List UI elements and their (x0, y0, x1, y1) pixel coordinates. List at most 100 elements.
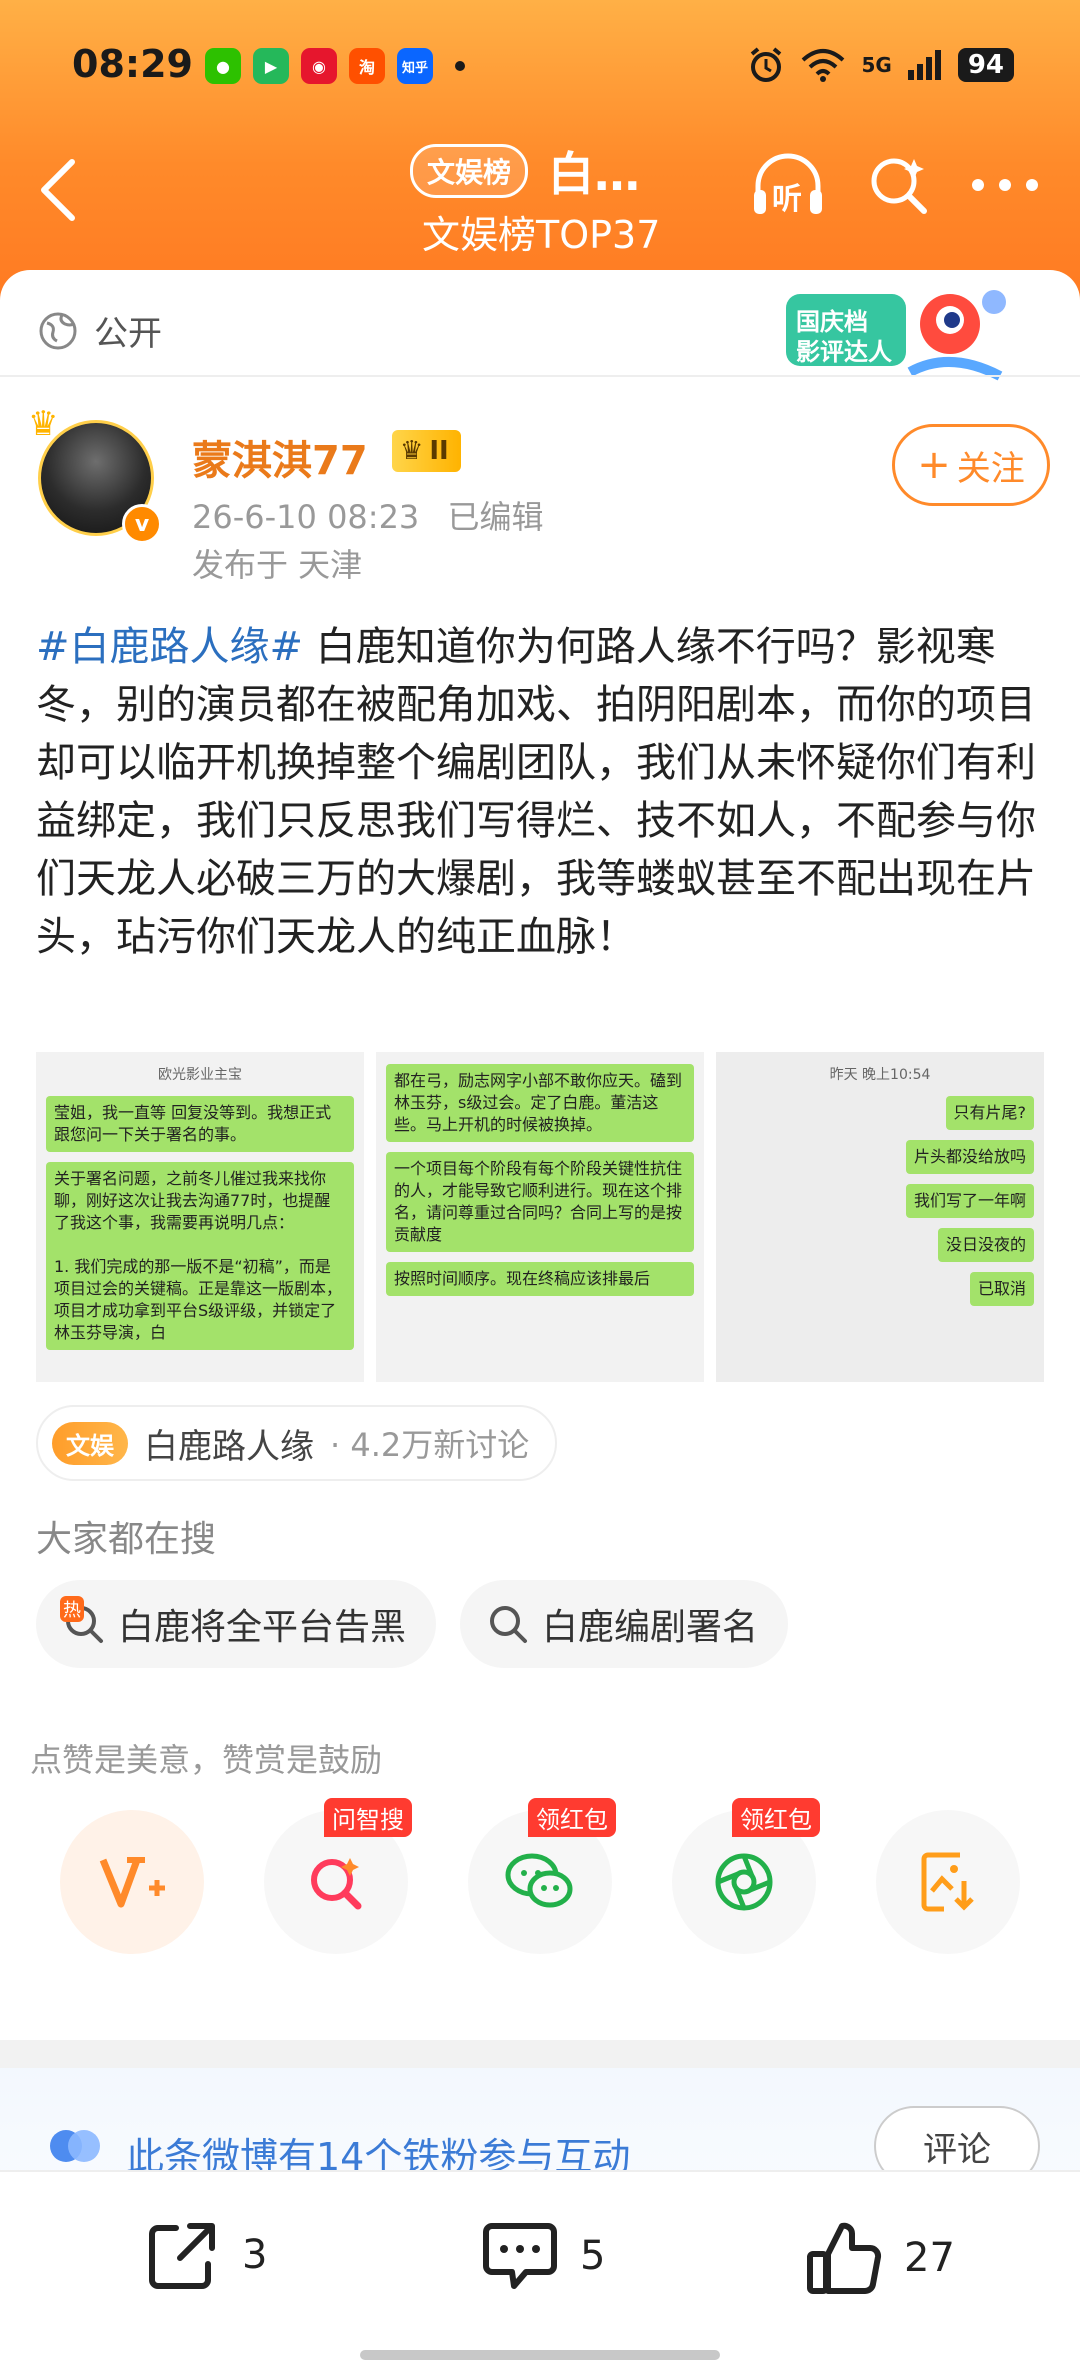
search-chip-label: 白鹿将全平台告黑 (118, 1607, 407, 1648)
nav-title-area[interactable]: 文娱榜 白… (410, 138, 640, 204)
wechat-share-button[interactable]: 领红包 (468, 1798, 616, 1954)
promo-line2: 影评达人 (796, 338, 892, 366)
search-chip[interactable]: 白鹿编剧署名 (460, 1580, 789, 1668)
trending-search-list: 热 白鹿将全平台告黑 白鹿编剧署名 (36, 1580, 789, 1668)
like-count: 27 (904, 2235, 955, 2281)
chat-bubble: 没日没夜的 (937, 1228, 1034, 1262)
chat-bubble: 片头都没给放吗 (905, 1140, 1034, 1174)
fans-icon (50, 2130, 100, 2162)
search-chip[interactable]: 热 白鹿将全平台告黑 (36, 1580, 437, 1668)
battery-level: 94 (957, 48, 1014, 82)
post-image-3[interactable]: 昨天 晚上10:54 只有片尾? 片头都没给放吗 我们写了一年啊 没日没夜的 已… (716, 1052, 1044, 1382)
nav-actions: 听 (750, 150, 1040, 220)
moments-share-button[interactable]: 领红包 (672, 1798, 820, 1954)
search-chip-label: 白鹿编剧署名 (542, 1607, 759, 1648)
comments-button[interactable]: 5 (482, 2220, 605, 2292)
post-meta: 26-6-10 08:23 已编辑 (192, 492, 543, 538)
nav-title: 白… (548, 147, 641, 201)
ai-search-icon[interactable] (866, 153, 930, 217)
image-grid: 欧光影业主宝 莹姐，我一直等 回复没等到。我想正式跟您问一下关于署名的事。 关于… (36, 1052, 1044, 1382)
bottom-action-bar: 3 5 27 (0, 2170, 1080, 2378)
reward-hint: 点赞是美意，赞赏是鼓励 (30, 1741, 383, 1779)
like-button[interactable]: 27 (806, 2220, 955, 2296)
plus-icon: + (917, 442, 951, 488)
chat-bubble: 我们写了一年啊 (905, 1184, 1034, 1218)
alarm-icon (751, 47, 782, 82)
navigation-bar: 文娱榜 白… 文娱榜TOP37 听 (0, 120, 1080, 270)
nav-subtitle[interactable]: 文娱榜TOP37 (422, 204, 660, 259)
reward-button[interactable] (60, 1810, 204, 1954)
topic-chip[interactable]: 文娱 白鹿路人缘 · 4.2万新讨论 (36, 1405, 558, 1481)
hot-search-icon: 热 (60, 1596, 104, 1644)
comment-count: 5 (580, 2233, 606, 2279)
repost-button[interactable]: 3 (146, 2220, 267, 2290)
visibility-indicator: 公开 (38, 306, 162, 355)
ai-search-icon (311, 1858, 362, 1910)
more-notifications-dot (455, 61, 465, 71)
post-image-1[interactable]: 欧光影业主宝 莹姐，我一直等 回复没等到。我想正式跟您问一下关于署名的事。 关于… (36, 1052, 364, 1382)
action-tag: 领红包 (732, 1798, 820, 1837)
verified-badge: v (122, 504, 162, 544)
chat-bubble: 关于署名问题，之前冬儿催过我来找你聊，刚好这次让我去沟通77时，也提醒了我这个事… (46, 1162, 354, 1350)
reward-v-icon (99, 1857, 165, 1908)
divider (0, 375, 1080, 377)
author-header: ♛ v 蒙淇淇77 ♛ II 26-6-10 08:23 已编辑 发布于 天津 … (28, 400, 1050, 600)
edited-label: 已编辑 (447, 498, 544, 536)
action-tag: 问智搜 (324, 1798, 412, 1837)
header-bar: 08:29 ● ▶ ◉ 淘 知乎 5G 94 文娱榜 白… 文娱榜TOP37 听 (0, 0, 1080, 300)
wechat-icon: ● (205, 48, 241, 84)
hot-label: 热 (60, 1596, 84, 1622)
topic-count: · 4.2万新讨论 (330, 1426, 530, 1464)
wechat-share-icon (505, 1853, 573, 1908)
trending-search-title: 大家都在搜 (36, 1519, 217, 1560)
follow-button[interactable]: + 关注 (892, 424, 1050, 506)
notification-icons: ● ▶ ◉ 淘 知乎 (205, 48, 465, 84)
chat-bubble: 莹姐，我一直等 回复没等到。我想正式跟您问一下关于署名的事。 (46, 1096, 354, 1152)
ai-search-button[interactable]: 问智搜 (264, 1798, 412, 1954)
chat-bubble: 已取消 (969, 1272, 1034, 1306)
repost-count: 3 (242, 2232, 268, 2278)
chat-timestamp: 昨天 晚上10:54 (829, 1067, 931, 1083)
ranking-tag: 文娱榜 (410, 144, 529, 198)
member-level-badge[interactable]: ♛ II (392, 430, 461, 472)
topic-badge: 文娱 (52, 1421, 128, 1465)
post-time: 26-6-10 08:23 (192, 498, 420, 536)
topic-name: 白鹿路人缘 (144, 1426, 314, 1467)
crown-icon: ♛ (28, 404, 59, 444)
promo-banner[interactable]: 国庆档 影评达人 (780, 280, 1020, 390)
section-divider (0, 2040, 1080, 2068)
listen-button[interactable]: 听 (750, 150, 826, 220)
video-app-icon: ▶ (253, 48, 289, 84)
back-button[interactable] (38, 158, 78, 226)
action-tag: 领红包 (528, 1798, 616, 1837)
weibo-icon: ◉ (301, 48, 337, 84)
status-bar: 08:29 ● ▶ ◉ 淘 知乎 5G 94 (0, 38, 1080, 98)
taobao-icon: 淘 (349, 48, 385, 84)
save-image-button[interactable] (876, 1810, 1020, 1954)
system-icons: 5G 94 (747, 46, 1014, 84)
follow-label: 关注 (956, 448, 1025, 489)
home-indicator (360, 2350, 720, 2360)
post-text: 白鹿知道你为何路人缘不行吗？影视寒冬，别的演员都在被配角加戏、拍阴阳剧本，而你的… (36, 624, 1036, 960)
zhihu-icon: 知乎 (397, 48, 433, 84)
post-image-2[interactable]: 都在弓，励志网字小部不敢你应天。磕到林玉芬，s级过会。定了白鹿。董洁这些。马上开… (376, 1052, 704, 1382)
search-icon (490, 1606, 528, 1643)
hashtag-link[interactable]: #白鹿路人缘# (36, 624, 303, 670)
repost-icon (149, 2223, 215, 2289)
visibility-label: 公开 (94, 314, 162, 354)
author-name[interactable]: 蒙淇淇77 (192, 428, 368, 486)
thumbs-up-icon (807, 2222, 882, 2295)
status-time: 08:29 (72, 42, 193, 86)
chevron-left-icon (41, 159, 75, 221)
chat-header: 欧光影业主宝 (158, 1067, 242, 1083)
listen-label: 听 (772, 182, 802, 217)
comment-icon (483, 2223, 557, 2289)
globe-icon (39, 312, 77, 349)
post-detail-sheet: 公开 国庆档 影评达人 ♛ v 蒙淇淇77 ♛ II 26-6-10 08:23… (0, 270, 1080, 2378)
network-type: 5G (861, 53, 892, 77)
wifi-icon (802, 49, 845, 82)
more-icon[interactable] (970, 175, 1040, 195)
save-image-icon (921, 1852, 974, 1912)
crown-level-icon: ♛ (400, 436, 424, 466)
moments-share-icon (715, 1853, 773, 1911)
